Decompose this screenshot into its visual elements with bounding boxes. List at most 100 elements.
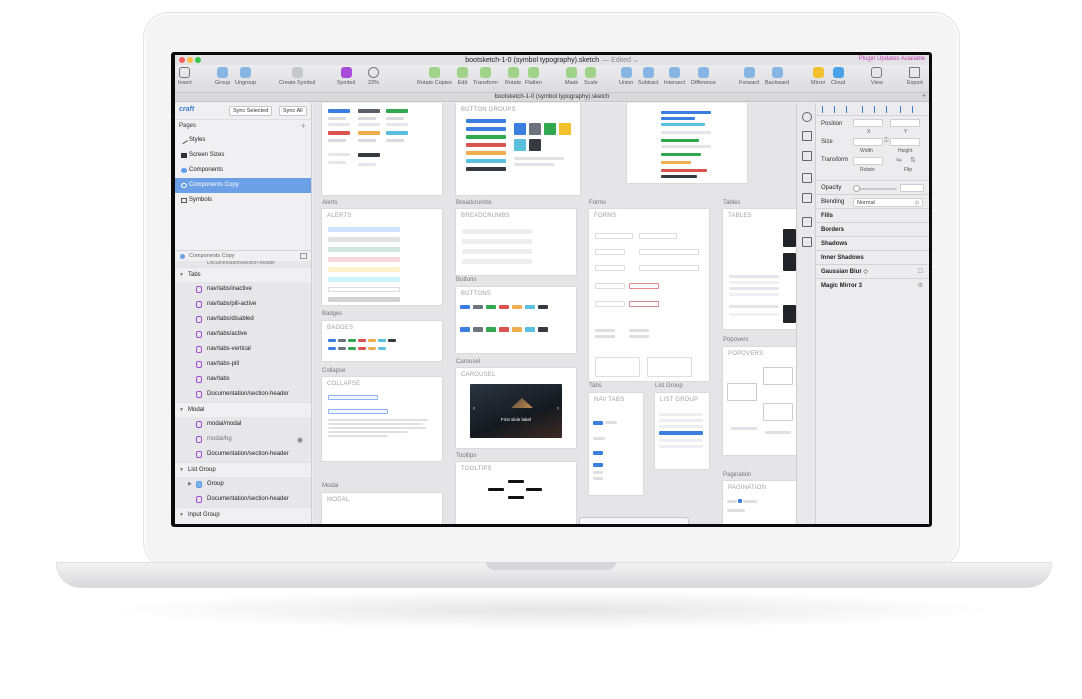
design-canvas[interactable]: BUTTON GROUPS Alerts Breadcrumbs Forms T…	[313, 103, 796, 524]
sync-all-button[interactable]: Sync All	[279, 106, 307, 116]
height-field[interactable]	[890, 138, 920, 146]
group-button[interactable]: Group	[215, 67, 230, 86]
shadows-section[interactable]: Shadows	[816, 236, 929, 250]
layer-item-folder[interactable]: ▶ Group	[175, 477, 311, 492]
opacity-slider-knob[interactable]	[853, 185, 860, 192]
layer-item[interactable]: nav/tabs	[175, 372, 311, 387]
layer-group-input-group[interactable]: ▼ Input Group	[175, 507, 311, 522]
layer-item[interactable]: nav/tabs/active	[175, 327, 311, 342]
cloud-button[interactable]: Cloud	[831, 67, 845, 86]
floating-panel[interactable]	[579, 517, 689, 524]
fills-section[interactable]: Fills	[816, 208, 929, 222]
flip-vertical-icon[interactable]: ⇅	[910, 156, 916, 164]
layer-item[interactable]: nav/tabs/inactive	[175, 282, 311, 297]
artboard-breadcrumbs[interactable]: BREADCRUMBS	[456, 209, 576, 275]
intersect-button[interactable]: Intersect	[664, 67, 685, 86]
gaussian-blur-section[interactable]: Gaussian Blur ◇ ☐	[816, 264, 929, 278]
artboard-badges[interactable]: BADGES	[322, 321, 442, 361]
disclosure-open-icon[interactable]: ▼	[179, 403, 184, 418]
craft-panel-icon[interactable]	[802, 112, 812, 122]
blur-checkbox[interactable]: ☐	[918, 265, 923, 279]
share-icon[interactable]	[802, 131, 812, 141]
page-item-symbols[interactable]: Symbols	[175, 193, 311, 208]
layer-item[interactable]: Documentation/section-header	[175, 492, 311, 507]
add-page-icon[interactable]: +	[301, 121, 306, 131]
rotate-button[interactable]: Rotate	[505, 67, 521, 86]
align-top-icon[interactable]	[862, 106, 867, 113]
layer-item[interactable]: nav/tabs/disabled	[175, 312, 311, 327]
duplicate-icon[interactable]	[802, 193, 812, 203]
layer-group-tabs[interactable]: ▼ Tabs	[175, 267, 311, 282]
view-button[interactable]: View	[871, 67, 883, 86]
layer-group-list-group[interactable]: ▼ List Group	[175, 462, 311, 477]
data-icon[interactable]	[802, 173, 812, 183]
page-item-screen-sizes[interactable]: Screen Sizes	[175, 148, 311, 163]
layer-item[interactable]: nav/tabs-vertical	[175, 342, 311, 357]
lock-icon[interactable]: ⚿	[884, 138, 889, 145]
layer-item-hidden[interactable]: modal/bg ◉	[175, 432, 311, 447]
disclosure-open-icon[interactable]: ▼	[179, 463, 184, 478]
union-button[interactable]: Union	[619, 67, 633, 86]
layer-item[interactable]: nav/tabs-pill	[175, 357, 311, 372]
zoom-control[interactable]: 23%	[368, 67, 379, 86]
magic-mirror-section[interactable]: Magic Mirror 3 ⚙	[816, 278, 929, 292]
prototype-icon[interactable]	[802, 217, 812, 227]
artboard-nav-tabs[interactable]: NAV TABS	[589, 393, 643, 495]
align-left-icon[interactable]	[822, 106, 827, 113]
width-field[interactable]	[853, 138, 883, 146]
edit-button[interactable]: Edit	[457, 67, 468, 86]
page-item-components[interactable]: Components	[175, 163, 311, 178]
symbol-button[interactable]: Symbol	[337, 67, 355, 86]
align-bottom-icon[interactable]	[886, 106, 891, 113]
inner-shadows-section[interactable]: Inner Shadows	[816, 250, 929, 264]
scale-button[interactable]: Scale	[584, 67, 598, 86]
artboard-button-groups[interactable]: BUTTON GROUPS	[456, 103, 580, 195]
opacity-field[interactable]	[900, 184, 924, 192]
ungroup-button[interactable]: Ungroup	[235, 67, 256, 86]
artboard-alerts[interactable]: ALERTS	[322, 209, 442, 305]
difference-button[interactable]: Difference	[691, 67, 716, 86]
disclosure-open-icon[interactable]: ▼	[179, 268, 184, 283]
align-right-icon[interactable]	[846, 106, 851, 113]
page-item-components-copy[interactable]: Components Copy	[175, 178, 311, 193]
eye-icon[interactable]: ◉	[297, 433, 303, 448]
new-tab-icon[interactable]: +	[922, 93, 926, 100]
artboard-tooltips[interactable]: TOOLTIPS	[456, 462, 576, 524]
distribute-vertical-icon[interactable]	[912, 106, 917, 113]
artboard-popovers[interactable]: POPOVERS	[723, 347, 796, 455]
plugin-updates-link[interactable]: Plugin Updates Available	[859, 56, 925, 62]
backward-button[interactable]: Backward	[765, 67, 789, 86]
y-field[interactable]	[890, 119, 920, 127]
disclosure-open-icon[interactable]: ▼	[179, 508, 184, 523]
layer-item[interactable]: modal/modal	[175, 417, 311, 432]
artboard-list-group[interactable]: LIST GROUP	[655, 393, 709, 469]
x-field[interactable]	[853, 119, 883, 127]
transform-button[interactable]: Transform	[473, 67, 498, 86]
rotate-field[interactable]	[853, 157, 883, 165]
layer-item[interactable]: Documentation/section-header	[175, 447, 311, 462]
export-button[interactable]: Export	[907, 67, 923, 86]
collapse-layers-icon[interactable]	[300, 253, 307, 259]
artboard-modal[interactable]: MODAL	[322, 493, 442, 524]
gear-icon[interactable]: ⚙	[918, 279, 923, 293]
layer-group-modal[interactable]: ▼ Modal	[175, 402, 311, 417]
layer-item[interactable]: nav/tabs/pill-active	[175, 297, 311, 312]
forward-button[interactable]: Forward	[739, 67, 759, 86]
artboard-collapse[interactable]: COLLAPSE	[322, 377, 442, 461]
blending-select[interactable]: Normal ◇	[853, 198, 923, 207]
artboard-dropdowns[interactable]	[322, 103, 442, 195]
document-tab[interactable]: bootsketch-1-0 (symbol typography).sketc…	[175, 94, 929, 100]
sync-selected-button[interactable]: Sync Selected	[229, 106, 273, 116]
image-fill-icon[interactable]	[802, 237, 812, 247]
rotate-copies-button[interactable]: Rotate Copies	[417, 67, 452, 86]
insert-button[interactable]: Insert	[178, 67, 192, 86]
artboard-carousel[interactable]: CAROUSEL First slide label ‹ ›	[456, 368, 576, 448]
mask-button[interactable]: Mask	[565, 67, 578, 86]
flatten-button[interactable]: Flatten	[525, 67, 542, 86]
mirror-button[interactable]: Mirror	[811, 67, 825, 86]
artboard-tables[interactable]: TABLES	[723, 209, 796, 329]
align-middle-icon[interactable]	[874, 106, 879, 113]
distribute-horizontal-icon[interactable]	[900, 106, 905, 113]
library-icon[interactable]	[802, 151, 812, 161]
artboard-progress[interactable]	[627, 103, 747, 183]
